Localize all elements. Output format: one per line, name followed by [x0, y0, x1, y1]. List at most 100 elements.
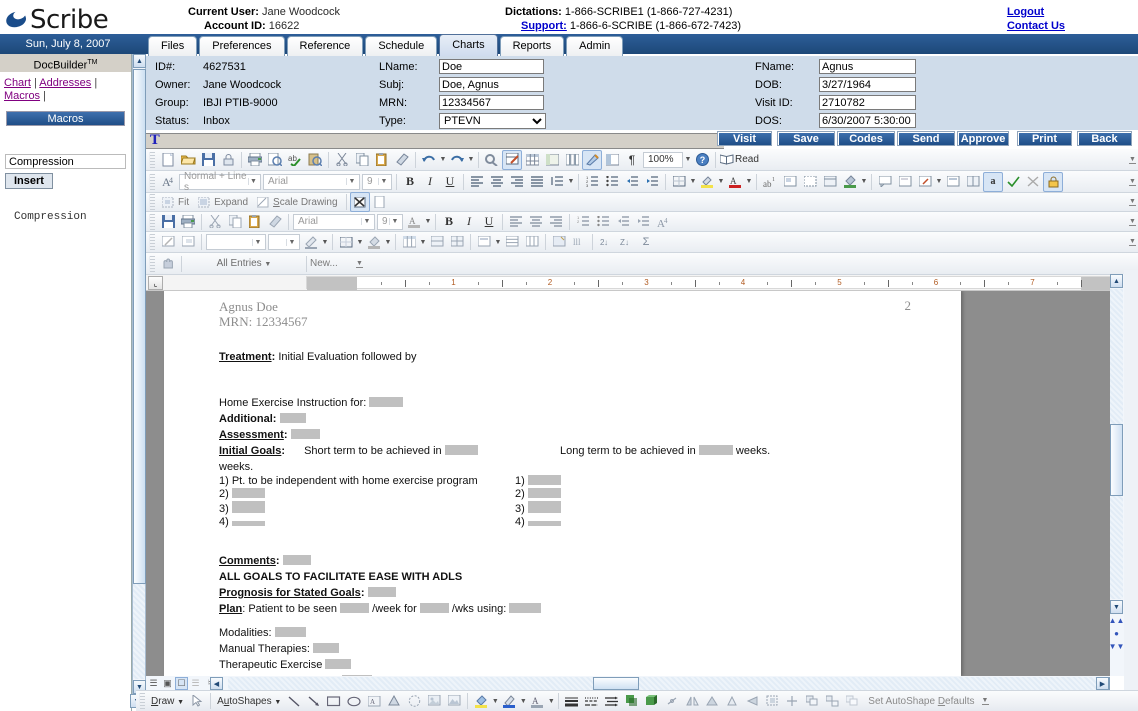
tab-reference[interactable]: Reference [286, 36, 364, 56]
font-color-dropdown-icon[interactable]: ▼ [424, 218, 432, 225]
h-scroll-track[interactable] [228, 676, 1097, 690]
chevron-down-icon[interactable]: ▼ [378, 178, 389, 185]
dob-input[interactable] [819, 77, 916, 92]
line-icon[interactable] [284, 691, 304, 711]
highlight-color-icon[interactable] [697, 172, 717, 192]
cut-scissors-icon[interactable] [205, 212, 225, 232]
print-icon[interactable] [178, 212, 198, 232]
reject-change-icon[interactable] [1023, 172, 1043, 192]
back-button[interactable]: Back [1077, 131, 1132, 146]
document-vertical-scrollbar[interactable]: ▲ ▼ ▲▲ ● ▼▼ [1109, 274, 1125, 676]
toolbar-grip-handle[interactable] [139, 693, 145, 709]
sidebar-scrollbar[interactable]: ▲ ▼ [132, 54, 146, 694]
toolbar-overflow-button[interactable]: ▼ [1127, 212, 1138, 232]
diagram-icon[interactable] [404, 691, 424, 711]
line-weight-combo[interactable]: ▼ [268, 234, 300, 250]
new-entry-button[interactable]: New... [310, 258, 354, 269]
copy-icon[interactable] [225, 212, 245, 232]
tables-and-borders-icon[interactable] [502, 149, 522, 170]
tab-preferences[interactable]: Preferences [199, 36, 285, 56]
field-placeholder[interactable] [274, 627, 306, 637]
autosum-icon[interactable]: Σ [636, 232, 656, 252]
paste-clipboard-icon[interactable] [245, 212, 265, 232]
tab-files[interactable]: Files [148, 36, 198, 56]
shading-color-icon[interactable] [364, 232, 384, 252]
insert-table-icon[interactable] [399, 232, 419, 252]
macro-select[interactable]: Compression [5, 154, 126, 169]
type-select[interactable]: PTEVN [439, 113, 546, 129]
expand-icon[interactable] [194, 192, 214, 212]
increase-indent-icon[interactable] [642, 172, 662, 192]
select-all-icon[interactable]: a [983, 171, 1003, 192]
line-color-dropdown-icon[interactable]: ▼ [519, 698, 527, 705]
track-changes-icon[interactable] [895, 172, 915, 192]
normal-view-icon[interactable]: ☰ [147, 677, 160, 690]
datasheet-font-combo[interactable]: Arial ▼ [293, 213, 375, 230]
read-label[interactable]: Read [735, 154, 759, 165]
fit-label[interactable]: Fit [178, 197, 189, 208]
numbered-list-icon[interactable]: 123 [582, 172, 602, 192]
increase-indent-icon[interactable] [633, 212, 653, 232]
flip-vertical-icon[interactable] [702, 691, 722, 711]
scale-drawing-label[interactable]: Scale Drawing [273, 197, 337, 208]
document-page[interactable]: 2 Agnus Doe MRN: 12334567 Treatment: Ini… [164, 291, 961, 676]
codes-button[interactable]: Codes [837, 131, 895, 146]
document-body[interactable]: Treatment: Initial Evaluation followed b… [219, 349, 931, 676]
shading-color-dropdown-icon[interactable]: ▼ [384, 239, 392, 246]
print-preview-icon[interactable] [265, 150, 285, 170]
styles-icon[interactable]: A4 [653, 212, 673, 232]
font-color-icon[interactable]: A [404, 212, 424, 232]
align-center-icon[interactable] [526, 212, 546, 232]
field-placeholder[interactable] [290, 429, 320, 439]
text-box-icon[interactable] [800, 172, 820, 192]
outside-border-dropdown-icon[interactable]: ▼ [356, 239, 364, 246]
insert-cells-icon[interactable] [963, 172, 983, 192]
scale-drawing-icon[interactable] [253, 192, 273, 212]
field-placeholder[interactable] [527, 488, 561, 498]
field-placeholder[interactable] [419, 603, 449, 613]
set-autoshape-defaults-button[interactable]: Set AutoShape Defaults [865, 696, 977, 707]
italic-icon[interactable]: I [459, 212, 479, 232]
rotate-icon[interactable] [662, 691, 682, 711]
scroll-thumb[interactable] [1110, 424, 1123, 496]
bulleted-list-icon[interactable] [593, 212, 613, 232]
select-objects-icon[interactable] [187, 691, 207, 711]
scroll-down-arrow-icon[interactable]: ▼ [1110, 600, 1123, 614]
redo-arrow-icon[interactable] [447, 150, 467, 170]
border-dropdown-icon[interactable]: ▼ [689, 178, 697, 185]
zoom-dropdown-icon[interactable]: ▼ [684, 156, 692, 163]
undo-dropdown-icon[interactable]: ▼ [439, 156, 447, 163]
align-left-icon[interactable] [467, 172, 487, 192]
oval-icon[interactable] [344, 691, 364, 711]
tab-reports[interactable]: Reports [499, 36, 565, 56]
style-combo[interactable]: Normal + Line s ▼ [179, 171, 261, 193]
insert-table-icon[interactable] [522, 150, 542, 170]
left-tab-stop-icon[interactable]: ⌞ [148, 276, 163, 290]
toolbar-grip-handle[interactable] [149, 255, 155, 272]
change-text-direction-icon[interactable]: lll [569, 232, 589, 252]
select-browse-object-icon[interactable]: ● [1110, 627, 1123, 640]
next-page-icon[interactable]: ▼▼ [1109, 640, 1125, 653]
outside-border-icon[interactable] [669, 172, 689, 192]
insert-button[interactable]: Insert [5, 173, 53, 189]
print-layout-view-icon[interactable]: ☐ [175, 677, 188, 690]
text-wrapping-icon[interactable] [349, 192, 370, 212]
toolbar-overflow-button[interactable]: ▼ [980, 691, 991, 711]
apply-style-icon[interactable] [943, 172, 963, 192]
arrow-style-icon[interactable] [602, 691, 622, 711]
tab-admin[interactable]: Admin [566, 36, 624, 56]
highlight-dropdown-icon[interactable]: ▼ [717, 178, 725, 185]
copy-icon[interactable] [352, 150, 372, 170]
rotate-right-icon[interactable] [742, 691, 762, 711]
datasheet-size-combo[interactable]: 9 ▼ [377, 213, 403, 230]
research-icon[interactable] [305, 150, 325, 170]
logout-link[interactable]: Logout [1007, 5, 1065, 19]
dash-style-icon[interactable] [582, 691, 602, 711]
page-scroll-right-arrow-icon[interactable]: ▶ [1096, 677, 1109, 690]
zoom-combo[interactable]: 100% [643, 151, 683, 168]
font-color-icon[interactable]: A [527, 691, 547, 711]
field-placeholder[interactable] [282, 555, 311, 565]
web-layout-view-icon[interactable]: ▣ [161, 677, 174, 690]
paste-clipboard-icon[interactable] [372, 150, 392, 170]
draw-menu-button[interactable]: Draw ▼ [148, 696, 187, 707]
